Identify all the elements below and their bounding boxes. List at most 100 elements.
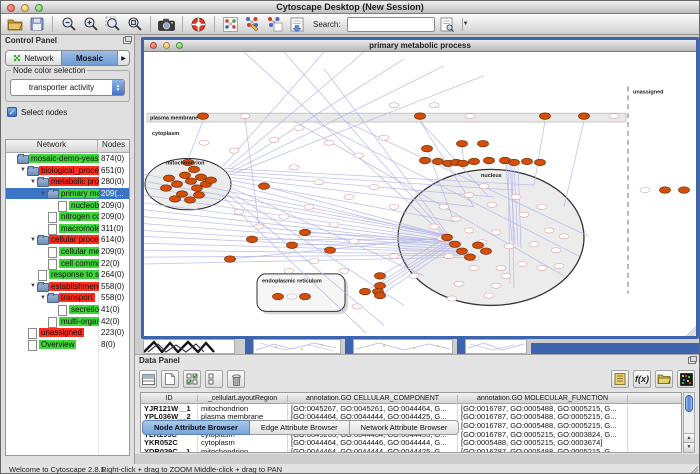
network-node[interactable] (389, 204, 399, 209)
network-node-selected[interactable] (360, 288, 371, 295)
tree-row[interactable]: unassigned223(0) (6, 327, 129, 339)
network-node[interactable] (314, 180, 324, 185)
network-node[interactable] (537, 204, 547, 209)
network-node-selected[interactable] (535, 159, 546, 166)
network-node[interactable] (519, 212, 529, 217)
network-node-selected[interactable] (522, 158, 533, 165)
network-node[interactable] (429, 224, 439, 229)
open-session-icon[interactable] (5, 15, 24, 33)
cell-region[interactable]: mitochondrion (198, 447, 288, 453)
network-node-selected[interactable] (287, 242, 298, 249)
tree-row[interactable]: ▼biological_process651(0) (6, 165, 129, 177)
tree-row[interactable]: secretion41(0) (6, 304, 129, 316)
background-window-fragment[interactable] (465, 339, 527, 354)
zoom-selected-icon[interactable] (103, 15, 122, 33)
network-node[interactable] (254, 224, 264, 229)
network-node[interactable] (551, 248, 561, 253)
network-node[interactable] (304, 204, 314, 209)
network-node[interactable] (640, 187, 650, 192)
background-window-border[interactable] (245, 339, 253, 354)
network-node-selected[interactable] (300, 293, 311, 300)
delete-attribute-icon[interactable] (227, 370, 245, 388)
background-window-border[interactable] (345, 339, 353, 354)
network-node[interactable] (199, 140, 209, 145)
column-header[interactable]: _cellularLayoutRegion (198, 395, 288, 402)
network-node-selected[interactable] (172, 181, 183, 188)
network-node[interactable] (324, 140, 334, 145)
snapshot-icon[interactable] (157, 15, 176, 33)
network-node[interactable] (234, 209, 244, 214)
network-node-selected[interactable] (198, 113, 209, 120)
network-node[interactable] (339, 268, 349, 273)
network-canvas[interactable]: plasma membranecytoplasmmitochondrionnuc… (144, 52, 696, 336)
network-node[interactable] (537, 265, 547, 270)
network-node[interactable] (389, 103, 399, 108)
network-node[interactable] (491, 283, 501, 288)
network-node-selected[interactable] (186, 178, 197, 185)
destroy-view-icon[interactable] (265, 15, 284, 33)
network-node[interactable] (240, 114, 250, 119)
network-node-selected[interactable] (375, 292, 386, 299)
zoom-fit-icon[interactable] (125, 15, 144, 33)
cell-molecular-function[interactable]: [GO:0016787, GO:0005488, GO:0005215, G..… (458, 447, 628, 453)
network-node[interactable] (349, 239, 359, 244)
network-node[interactable] (329, 222, 339, 227)
network-node[interactable] (504, 244, 514, 249)
network-node[interactable] (447, 296, 457, 301)
scrollbar-thumb[interactable] (685, 395, 693, 412)
network-node-selected[interactable] (433, 158, 444, 165)
view-resize-grip[interactable] (686, 326, 696, 336)
zoom-in-icon[interactable] (81, 15, 100, 33)
tree-row[interactable]: cell communicat22(0) (6, 257, 129, 269)
network-node-selected[interactable] (180, 172, 191, 179)
network-node[interactable] (529, 242, 539, 247)
tree-row[interactable]: ▼metabolic process280(0) (6, 176, 129, 188)
import-network-icon[interactable] (287, 15, 306, 33)
network-node[interactable] (439, 204, 449, 209)
network-view-titlebar[interactable]: primary metabolic process (144, 40, 696, 52)
expand-arrow-icon[interactable]: ▼ (19, 167, 27, 173)
tree-row[interactable]: ▼transport558(0) (6, 292, 129, 304)
background-window-fragment[interactable] (353, 339, 453, 354)
network-node[interactable] (287, 294, 297, 299)
matrix-view-icon[interactable] (677, 370, 695, 388)
network-node-selected[interactable] (457, 140, 468, 147)
network-node-selected[interactable] (273, 293, 284, 300)
attribute-batch-icon[interactable] (611, 370, 629, 388)
network-node[interactable] (487, 202, 497, 207)
tree-col-nodes[interactable]: Nodes (98, 140, 129, 152)
tree-row[interactable]: Overview8(0) (6, 339, 129, 351)
network-node-selected[interactable] (300, 229, 311, 236)
network-node[interactable] (289, 165, 299, 170)
network-node-selected[interactable] (465, 254, 476, 261)
expand-arrow-icon[interactable]: ▼ (29, 179, 37, 185)
network-node-selected[interactable] (422, 145, 433, 152)
network-node-selected[interactable] (185, 197, 196, 204)
tab-overflow-arrow[interactable]: ▶ (117, 51, 129, 65)
node-color-select[interactable]: transporter activity ▲▼ (10, 79, 125, 96)
network-node[interactable] (429, 103, 439, 108)
network-node[interactable] (544, 228, 554, 233)
attribute-create-icon[interactable] (161, 370, 179, 388)
network-node[interactable] (454, 281, 464, 286)
network-node-selected[interactable] (247, 236, 258, 243)
network-node-selected[interactable] (164, 175, 175, 182)
overview-panel-icon[interactable] (221, 15, 240, 33)
background-window-border[interactable] (457, 339, 465, 354)
network-node-selected[interactable] (196, 174, 207, 181)
background-window-border[interactable] (531, 343, 699, 354)
tree-col-network[interactable]: Network (6, 140, 98, 152)
table-row[interactable]: YDR039C__1mitochondrion[GO:0044464, GO:0… (141, 447, 681, 453)
search-dropdown-arrow[interactable]: ▼ (462, 18, 469, 31)
network-node[interactable] (284, 268, 294, 273)
expand-arrow-icon[interactable]: ▼ (39, 295, 47, 301)
network-node[interactable] (294, 125, 304, 130)
network-node[interactable] (517, 261, 527, 266)
cell-id[interactable]: YDR039C__1 (141, 447, 198, 453)
tab-mosaic[interactable]: Mosaic (61, 51, 117, 65)
network-node[interactable] (352, 304, 362, 309)
column-header[interactable]: annotation.GO CELLULAR_COMPONENT (288, 395, 458, 402)
network-node[interactable] (491, 230, 501, 235)
network-node[interactable] (229, 148, 239, 153)
network-node-selected[interactable] (375, 273, 386, 280)
